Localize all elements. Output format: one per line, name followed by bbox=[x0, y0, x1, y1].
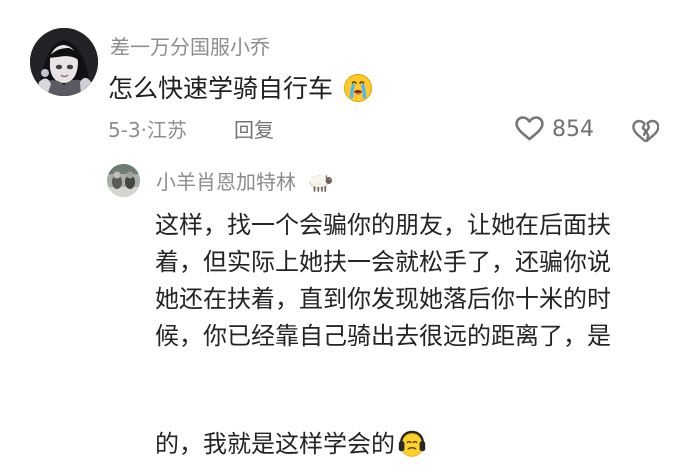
comment-date: 5-3· bbox=[108, 118, 148, 142]
reply-button[interactable]: 回复 bbox=[234, 118, 274, 142]
commenter-username[interactable]: 差一万分国服小乔 bbox=[110, 35, 270, 59]
comment-meta: 5-3·江苏 bbox=[108, 118, 187, 142]
like-button[interactable]: 854 bbox=[514, 115, 594, 145]
reply-avatar[interactable] bbox=[107, 164, 140, 197]
reply-line-2: 着，但实际上她扶一会就松手了，还骗你说 bbox=[155, 248, 611, 276]
reply-line-5: 的，我就是这样学会的 bbox=[155, 430, 395, 458]
commenter-avatar[interactable] bbox=[30, 28, 98, 96]
broken-heart-icon[interactable] bbox=[631, 116, 660, 144]
comment-text-content: 怎么快速学骑自行车 bbox=[108, 74, 334, 103]
comment-location: 江苏 bbox=[147, 118, 188, 142]
heart-icon bbox=[514, 114, 545, 146]
commenter-avatar-art bbox=[30, 28, 98, 96]
headphones-face-icon bbox=[397, 355, 427, 457]
reply-text: 这样，找一个会骗你的朋友，让她在后面扶 着，但实际上她扶一会就松手了，还骗你说 … bbox=[155, 207, 655, 463]
reply-line-1: 这样，找一个会骗你的朋友，让她在后面扶 bbox=[155, 211, 611, 239]
crying-face-icon bbox=[343, 73, 373, 112]
reply-avatar-art bbox=[107, 164, 140, 197]
reply-line-3: 她还在扶着，直到你发现她落后你十米的时 bbox=[155, 285, 611, 313]
reply-username[interactable]: 小羊肖恩加特林 bbox=[156, 170, 296, 194]
like-count: 854 bbox=[552, 117, 594, 142]
reply-line-4: 候，你已经靠自己骑出去很远的距离了，是 bbox=[155, 322, 611, 350]
sheep-icon bbox=[306, 172, 334, 192]
comment-text: 怎么快速学骑自行车 bbox=[108, 72, 373, 112]
reply-username-row: 小羊肖恩加特林 bbox=[156, 170, 334, 194]
